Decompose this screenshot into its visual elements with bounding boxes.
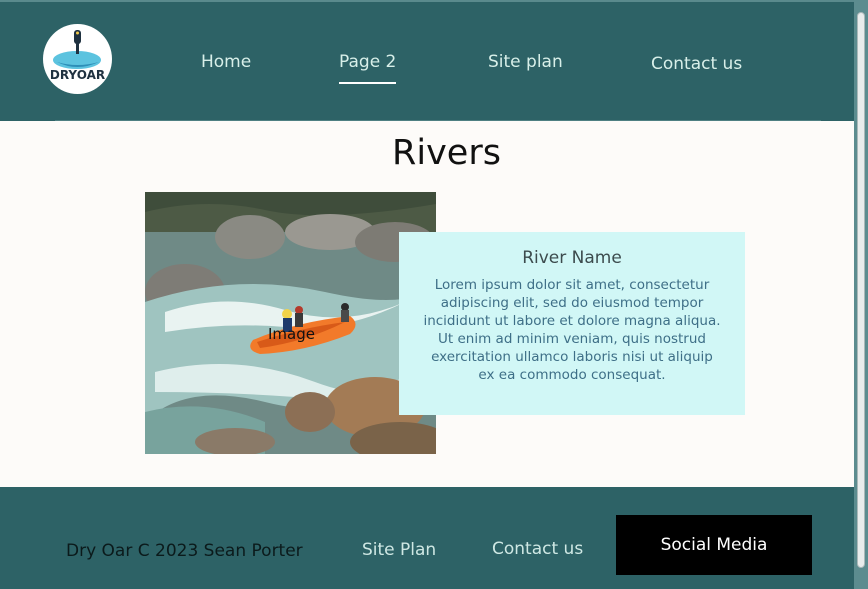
page-title: Rivers	[392, 133, 501, 173]
dryoar-logo[interactable]: DRYOAR	[43, 24, 112, 94]
svg-text:DRYOAR: DRYOAR	[50, 68, 105, 82]
scrollbar-thumb[interactable]	[857, 12, 865, 568]
header-divider	[55, 120, 821, 121]
river-name-heading: River Name	[522, 248, 622, 268]
scrollbar[interactable]	[854, 0, 868, 589]
footer-contact-link[interactable]: Contact us	[492, 539, 583, 559]
footer-copyright: Dry Oar C 2023 Sean Porter	[66, 541, 303, 561]
nav-home[interactable]: Home	[201, 52, 251, 72]
footer-site-plan-link[interactable]: Site Plan	[362, 540, 436, 560]
river-description: Lorem ipsum dolor sit amet, consectetur …	[423, 277, 721, 383]
river-info-card: River Name Lorem ipsum dolor sit amet, c…	[399, 232, 745, 415]
social-media-button[interactable]: Social Media	[616, 515, 812, 575]
image-label: Image	[268, 325, 315, 343]
site-footer: Dry Oar C 2023 Sean Porter Site Plan Con…	[0, 487, 868, 589]
nav-site-plan[interactable]: Site plan	[488, 52, 563, 72]
site-header: DRYOAR Home Page 2 Site plan Contact us	[0, 0, 868, 121]
header-top-border	[0, 0, 868, 2]
oar-logo-icon: DRYOAR	[50, 30, 105, 82]
nav-contact-us[interactable]: Contact us	[651, 54, 742, 74]
river-rafting-image	[145, 192, 436, 454]
nav-page-2[interactable]: Page 2	[339, 52, 397, 84]
